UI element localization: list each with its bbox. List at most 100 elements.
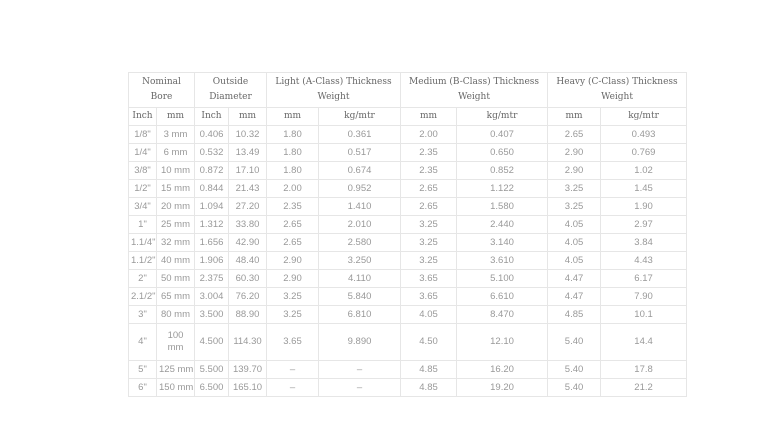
table-cell: 2.35 — [266, 197, 319, 216]
table-cell: 0.406 — [194, 125, 229, 144]
table-cell: 10.32 — [228, 125, 267, 144]
table-cell: 139.70 — [228, 360, 267, 379]
table-cell: 1.80 — [266, 161, 319, 180]
table-cell: 1.80 — [266, 125, 319, 144]
table-cell: 3/8" — [128, 161, 157, 180]
table-cell: 1.906 — [194, 251, 229, 270]
table-cell: 6 mm — [156, 143, 195, 162]
table-cell: 2.375 — [194, 269, 229, 288]
table-cell: 125 mm — [156, 360, 195, 379]
table-cell: 3.25 — [400, 233, 458, 252]
header-nominal-bore: Nominal Bore — [128, 72, 195, 108]
table-cell: 2.00 — [400, 125, 458, 144]
table-cell: 3.25 — [547, 197, 602, 216]
table-cell: 0.674 — [317, 161, 402, 180]
table-cell: 15 mm — [156, 179, 195, 198]
table-cell: 42.90 — [228, 233, 267, 252]
table-cell: 5.100 — [456, 269, 549, 288]
table-cell: 3.65 — [400, 287, 458, 306]
table-cell: 14.4 — [600, 323, 688, 361]
header-light-class: Light (A-Class) Thickness Weight — [265, 72, 402, 108]
table-cell: 33.80 — [228, 215, 267, 234]
table-cell: 1" — [128, 215, 157, 234]
table-cell: 4.05 — [400, 305, 458, 324]
table-cell: 0.872 — [194, 161, 229, 180]
table-cell: 2.90 — [547, 161, 602, 180]
table-cell: 100 mm — [156, 323, 195, 361]
table-cell: 88.90 — [228, 305, 267, 324]
table-cell: 27.20 — [228, 197, 267, 216]
table-cell: 3.25 — [400, 251, 458, 270]
table-cell: 1.410 — [317, 197, 402, 216]
table-row: 6" 150 mm 6.500 165.10– –4.85 19.20 5.40 21.2 — [128, 378, 688, 397]
table-cell: 25 mm — [156, 215, 195, 234]
table-cell: 40 mm — [156, 251, 195, 270]
unit-header: mm — [266, 107, 319, 126]
table-row: 1.1/2" 40 mm 1.906 48.40 2.90 3.250 3.25 3.610 4… — [128, 251, 688, 270]
table-row: 5" 125 mm 5.500 139.70– –4.85 16.20 5.40 17.8 — [128, 360, 688, 379]
table-cell: 16.20 — [456, 360, 549, 379]
unit-header: kg/mtr — [317, 107, 402, 126]
table-cell: 2.35 — [400, 143, 458, 162]
table-body: 1/8" 3 mm 0.406 10.32 1.80 0.361 2.00 0.407 2.65… — [128, 125, 688, 397]
table-cell: 65 mm — [156, 287, 195, 306]
table-cell: 21.2 — [600, 378, 688, 397]
table-cell: 5" — [128, 360, 157, 379]
table-row: 1/2" 15 mm 0.844 21.43 2.00 0.952 2.65 1.122 3.2… — [128, 179, 688, 198]
table-cell: 3.140 — [456, 233, 549, 252]
table-cell: 80 mm — [156, 305, 195, 324]
unit-header: mm — [547, 107, 602, 126]
table-cell: 1.02 — [600, 161, 688, 180]
table-cell: 1/2" — [128, 179, 157, 198]
table-cell: 3.25 — [547, 179, 602, 198]
table-cell: 3.25 — [266, 287, 319, 306]
table-cell: 4.05 — [547, 251, 602, 270]
table-cell: 6.610 — [456, 287, 549, 306]
table-row: 1" 25 mm 1.312 33.80 2.65 2.010 3.25 2.440 4.05 2… — [128, 215, 688, 234]
table-row: 2" 50 mm 2.375 60.30 2.90 4.110 3.65 5.100 4.47 6… — [128, 269, 688, 288]
table-cell: 2.580 — [317, 233, 402, 252]
table-cell: 2.65 — [400, 179, 458, 198]
table-cell: 1/8" — [128, 125, 157, 144]
table-cell: 3/4" — [128, 197, 157, 216]
table-cell: 1.122 — [456, 179, 549, 198]
table-cell: 10 mm — [156, 161, 195, 180]
table-cell: 32 mm — [156, 233, 195, 252]
table-cell: 0.517 — [317, 143, 402, 162]
table-cell: 4.85 — [400, 360, 458, 379]
table-cell: – — [266, 378, 319, 397]
table-cell: 2.90 — [266, 251, 319, 270]
table-cell: 1.1/4" — [128, 233, 157, 252]
table-cell: 3.250 — [317, 251, 402, 270]
header-row-units: Inch mm Inch mm mm kg/mtr mm kg/mtr mm kg/mtr — [128, 107, 688, 126]
table-cell: 19.20 — [456, 378, 549, 397]
table-cell: 2.65 — [266, 215, 319, 234]
unit-header: kg/mtr — [600, 107, 688, 126]
table-cell: 114.30 — [228, 323, 267, 361]
table-cell: 7.90 — [600, 287, 688, 306]
table-cell: 4.85 — [547, 305, 602, 324]
table-row: 2.1/2" 65 mm 3.004 76.20 3.25 5.840 3.65 6.610 4… — [128, 287, 688, 306]
table-cell: 3" — [128, 305, 157, 324]
table-cell: 1.80 — [266, 143, 319, 162]
table-cell: 13.49 — [228, 143, 267, 162]
table-cell: 0.952 — [317, 179, 402, 198]
unit-header: Inch — [128, 107, 157, 126]
table-cell: 1.312 — [194, 215, 229, 234]
table-cell: 4.500 — [194, 323, 229, 361]
table-cell: 48.40 — [228, 251, 267, 270]
table-cell: 60.30 — [228, 269, 267, 288]
table-cell: 8.470 — [456, 305, 549, 324]
table-cell: 4.05 — [547, 233, 602, 252]
table-cell: 21.43 — [228, 179, 267, 198]
table-row: 1/4" 6 mm 0.532 13.49 1.80 0.517 2.35 0.650 2.90… — [128, 143, 688, 162]
table-cell: 3.004 — [194, 287, 229, 306]
table-cell: 3.610 — [456, 251, 549, 270]
table-cell: 0.844 — [194, 179, 229, 198]
table-cell: 3.500 — [194, 305, 229, 324]
table-cell: 1/4" — [128, 143, 157, 162]
table-cell: 0.650 — [456, 143, 549, 162]
table-cell: 1.580 — [456, 197, 549, 216]
table-cell: 4.50 — [400, 323, 458, 361]
unit-header: mm — [156, 107, 195, 126]
